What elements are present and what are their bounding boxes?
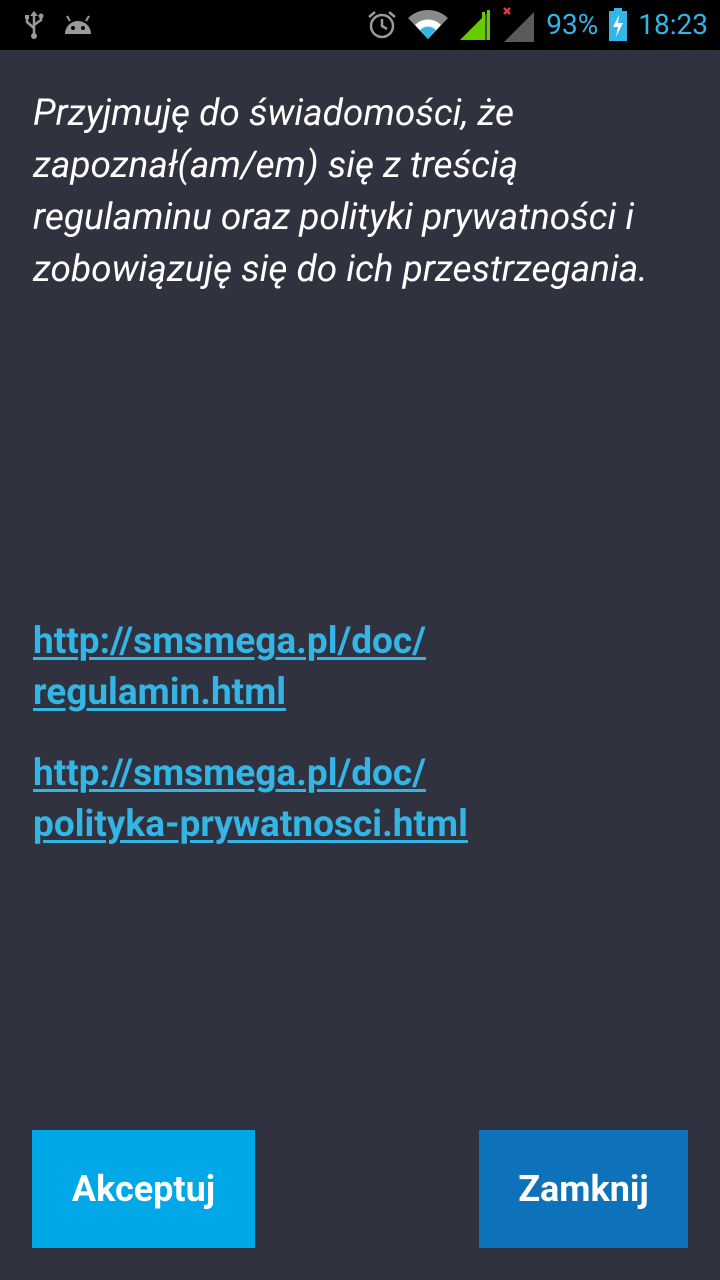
battery-percent: 93% xyxy=(546,8,599,41)
privacy-policy-link-line1: http://smsmega.pl/doc/ xyxy=(33,752,426,795)
clock: 18:23 xyxy=(638,8,708,41)
status-bar: 93% 18:23 xyxy=(0,0,720,50)
accept-button[interactable]: Akceptuj xyxy=(32,1130,255,1248)
usb-icon xyxy=(22,10,46,40)
wifi-icon xyxy=(408,9,449,41)
status-bar-right: 93% 18:23 xyxy=(366,6,708,44)
signal-no-data-icon xyxy=(502,6,536,44)
alarm-icon xyxy=(366,9,398,41)
android-debug-icon xyxy=(62,12,94,38)
terms-link-line2: regulamin.html xyxy=(33,671,287,714)
signal-icon xyxy=(458,8,492,42)
battery-charging-icon xyxy=(608,8,628,42)
privacy-policy-link-line2: polityka-prywatnosci.html xyxy=(33,803,468,846)
close-button[interactable]: Zamknij xyxy=(479,1130,688,1248)
terms-link-line1: http://smsmega.pl/doc/ xyxy=(33,620,426,663)
privacy-policy-link[interactable]: http://smsmega.pl/doc/ polityka-prywatno… xyxy=(33,748,673,850)
terms-link[interactable]: http://smsmega.pl/doc/ regulamin.html xyxy=(33,616,673,718)
consent-text: Przyjmuję do świadomości, że zapoznał(am… xyxy=(33,92,648,291)
status-bar-left xyxy=(22,8,94,42)
